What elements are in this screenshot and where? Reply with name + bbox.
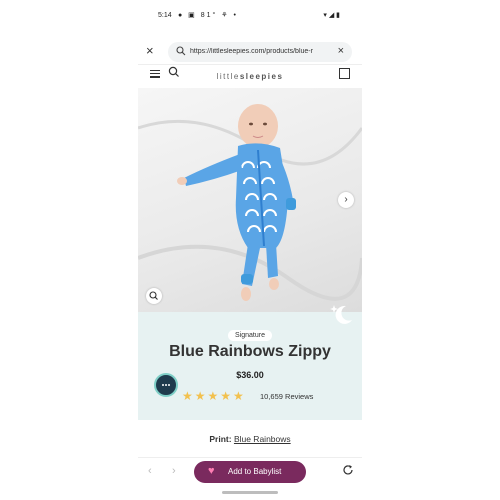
- forward-button[interactable]: ›: [172, 465, 176, 477]
- next-arrow-icon[interactable]: ›: [338, 192, 354, 208]
- clear-url-button[interactable]: ×: [338, 45, 344, 57]
- moon-icon: [330, 305, 352, 324]
- browser-url-row: × https://littlesleepies.com/products/bl…: [138, 40, 362, 64]
- wave-divider: [138, 402, 362, 412]
- site-header: littlesleepies: [138, 64, 362, 87]
- bag-icon[interactable]: [339, 68, 350, 79]
- home-indicator[interactable]: [222, 491, 278, 494]
- baby-in-zippy-image: [138, 104, 362, 301]
- print-selector-label: Print: Blue Rainbows: [138, 434, 362, 444]
- close-tab-button[interactable]: ×: [146, 44, 154, 57]
- heart-icon: ♥: [208, 465, 215, 477]
- add-to-babylist-button[interactable]: ♥ Add to Babylist: [194, 461, 306, 483]
- browser-bottom-bar: ‹ › ♥ Add to Babylist: [138, 457, 362, 486]
- address-bar[interactable]: https://littlesleepies.com/products/blue…: [168, 42, 352, 62]
- status-bar: 5:14 ● ▣ 81° ⚘ • ▾ ◢ ▮: [138, 8, 362, 26]
- product-image[interactable]: ›: [138, 88, 362, 312]
- signature-badge: Signature: [228, 330, 272, 341]
- search-icon: [176, 46, 186, 56]
- back-button[interactable]: ‹: [148, 465, 152, 477]
- zoom-icon[interactable]: [146, 288, 162, 304]
- status-time: 5:14: [158, 12, 172, 19]
- reviews-count[interactable]: 10,659 Reviews: [260, 392, 313, 401]
- add-to-babylist-label: Add to Babylist: [228, 467, 282, 476]
- print-value[interactable]: Blue Rainbows: [234, 434, 291, 444]
- print-label: Print:: [209, 434, 232, 444]
- site-logo[interactable]: littlesleepies: [138, 72, 362, 81]
- product-title: Blue Rainbows Zippy: [169, 343, 331, 360]
- url-text[interactable]: https://littlesleepies.com/products/blue…: [190, 48, 330, 55]
- chat-icon[interactable]: [154, 373, 178, 397]
- logo-suffix: sleepies: [239, 72, 284, 81]
- status-notification-icons: ● ▣ 81° ⚘ •: [178, 12, 238, 19]
- logo-prefix: little: [216, 72, 240, 81]
- reload-icon[interactable]: [342, 464, 354, 476]
- status-system-icons: ▾ ◢ ▮: [323, 12, 340, 19]
- phone-screen: 5:14 ● ▣ 81° ⚘ • ▾ ◢ ▮ × https://littles…: [138, 0, 362, 500]
- signature-badge-row: Signature: [138, 324, 362, 342]
- rating-stars: ★★★★★: [182, 389, 246, 403]
